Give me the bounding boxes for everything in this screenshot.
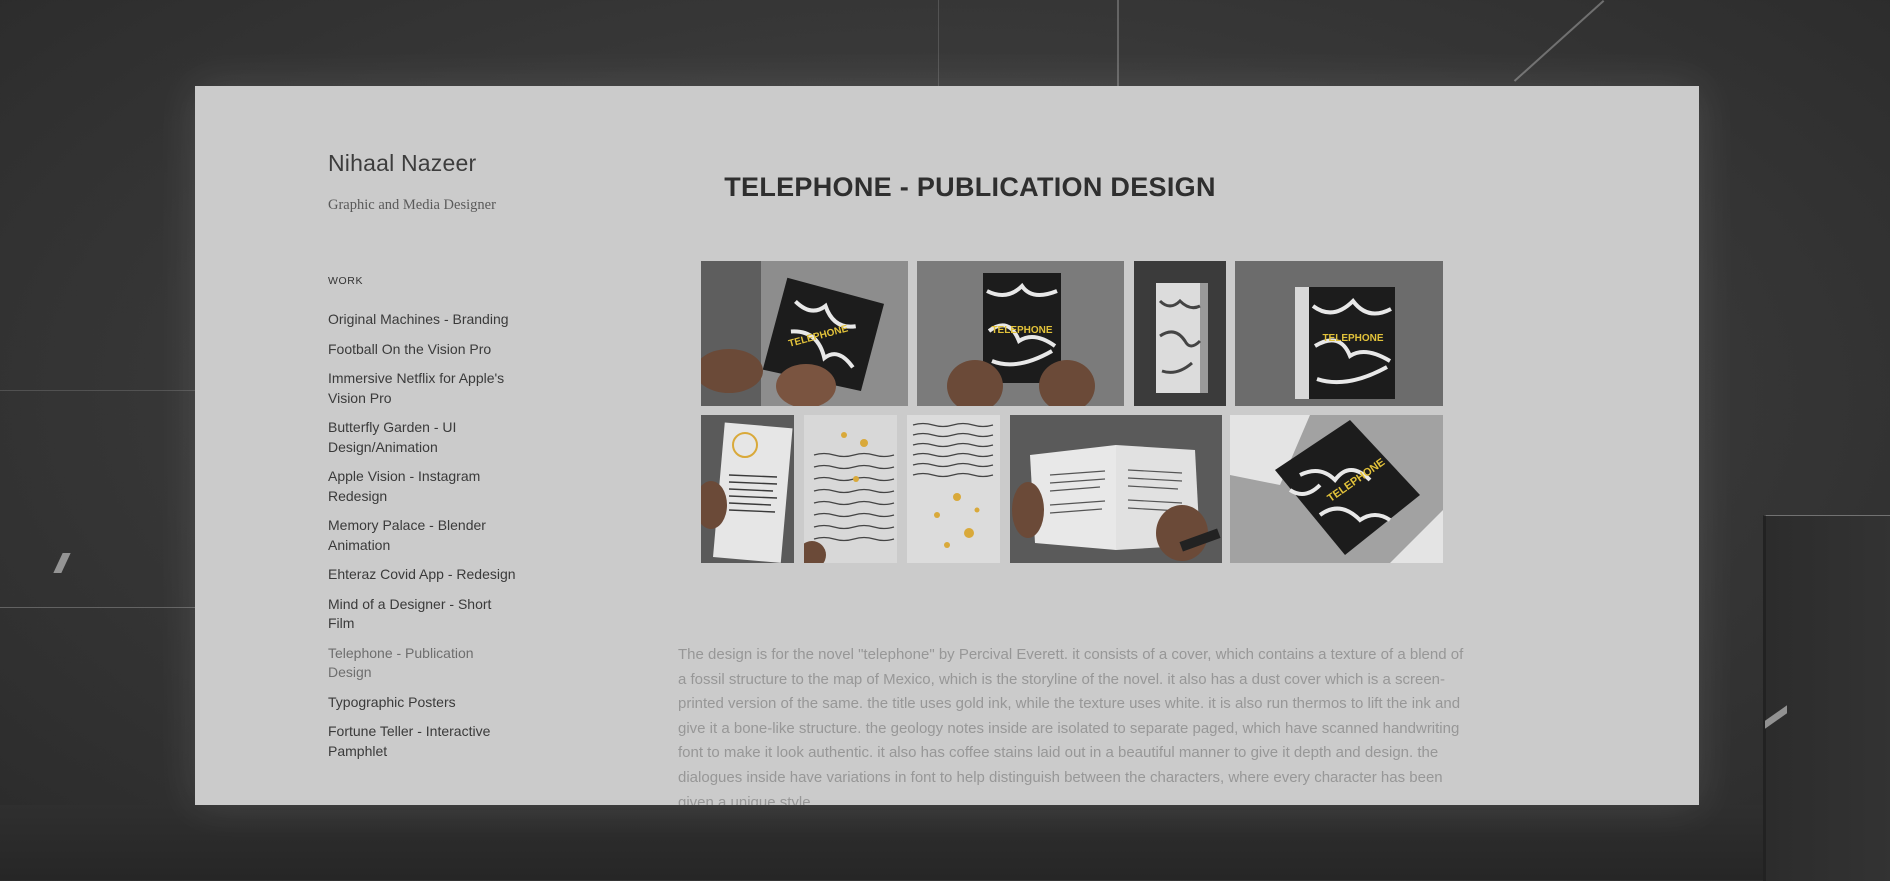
nav-item-memory-palace[interactable]: Memory Palace - Blender Animation — [328, 516, 518, 555]
svg-text:TELEPHONE: TELEPHONE — [991, 325, 1052, 336]
portfolio-window: Nihaal Nazeer Graphic and Media Designer… — [195, 86, 1699, 805]
gallery-photo-page-coffee-stain[interactable] — [701, 415, 794, 563]
nav-item-original-machines[interactable]: Original Machines - Branding — [328, 310, 518, 330]
gallery-photo-handwriting-page[interactable] — [804, 415, 897, 563]
env-line — [0, 607, 195, 608]
project-title: TELEPHONE - PUBLICATION DESIGN — [724, 172, 1216, 202]
nav-item-fortune-teller[interactable]: Fortune Teller - Interactive Pamphlet — [328, 722, 518, 761]
env-side-panel — [1763, 515, 1890, 881]
nav-item-apple-vision-instagram[interactable]: Apple Vision - Instagram Redesign — [328, 467, 518, 506]
env-line — [1766, 515, 1890, 516]
gallery-photo-stained-page[interactable] — [907, 415, 1000, 563]
work-section-label: WORK — [328, 275, 364, 287]
nav-item-telephone[interactable]: Telephone - Publication Design — [328, 644, 518, 683]
env-glint — [53, 553, 71, 573]
env-diagonal — [1513, 0, 1605, 82]
gallery-photo-books-flatlay[interactable]: TELEPHONE — [1230, 415, 1443, 563]
gallery-photo-book-front[interactable]: TELEPHONE — [917, 261, 1124, 406]
work-nav: Original Machines - Branding Football On… — [328, 310, 518, 771]
env-floor — [0, 805, 1890, 880]
env-line — [0, 390, 195, 391]
svg-text:TELEPHONE: TELEPHONE — [1322, 333, 1383, 344]
nav-item-butterfly-garden[interactable]: Butterfly Garden - UI Design/Animation — [328, 418, 518, 457]
gallery-photo-book-spine[interactable] — [1134, 261, 1226, 406]
nav-item-ehteraz-covid[interactable]: Ehteraz Covid App - Redesign — [328, 565, 518, 585]
env-line — [1117, 0, 1119, 86]
env-line — [938, 0, 939, 86]
project-description: The design is for the novel "telephone" … — [678, 646, 1464, 805]
nav-item-football-vision-pro[interactable]: Football On the Vision Pro — [328, 340, 518, 360]
nav-item-mind-of-designer[interactable]: Mind of a Designer - Short Film — [328, 595, 518, 634]
nav-item-typographic-posters[interactable]: Typographic Posters — [328, 693, 518, 713]
nav-item-immersive-netflix[interactable]: Immersive Netflix for Apple's Vision Pro — [328, 369, 518, 408]
gallery-photo-open-book[interactable] — [1010, 415, 1222, 563]
gallery-photo-book-standing[interactable]: TELEPHONE — [1235, 261, 1443, 406]
gallery-photo-hands-holding-book[interactable]: TELEPHONE — [701, 261, 908, 406]
